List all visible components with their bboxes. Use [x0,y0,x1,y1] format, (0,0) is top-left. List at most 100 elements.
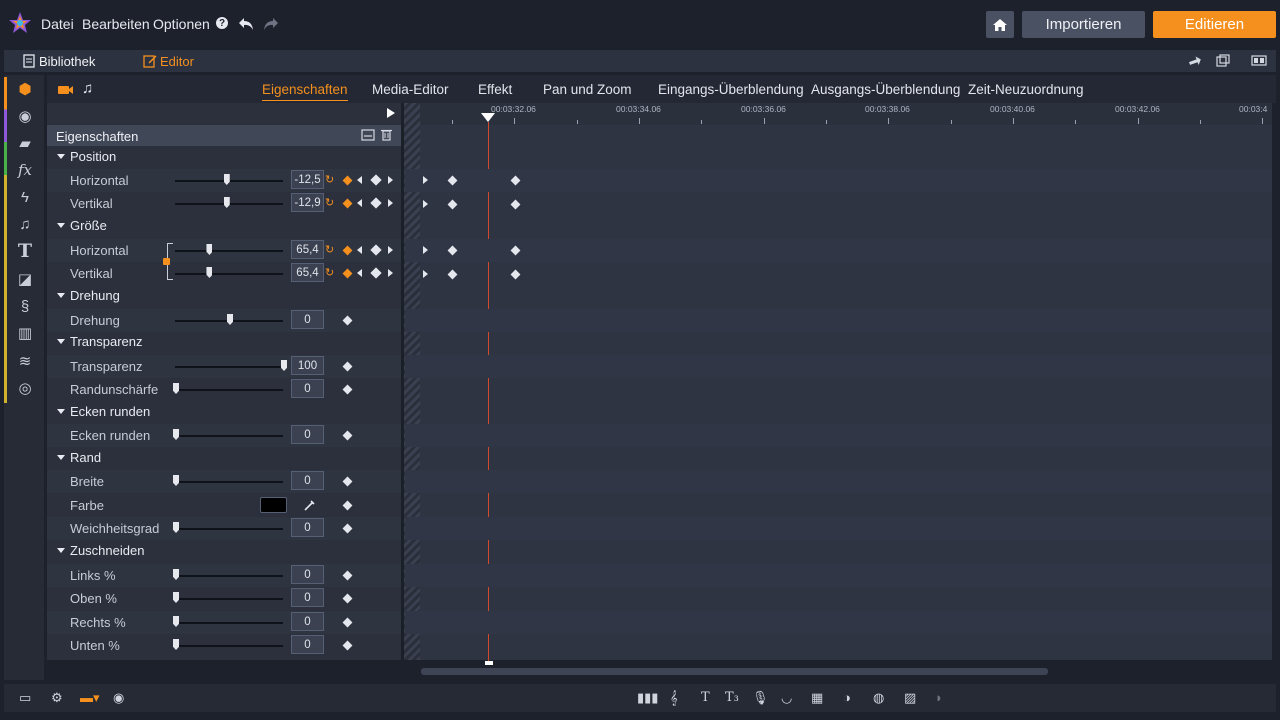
value-field[interactable]: 0 [291,588,324,607]
title-text-icon[interactable]: T [12,240,38,262]
menu-edit[interactable]: Bearbeiten [82,16,150,32]
value-field[interactable]: 65,4 [291,263,324,282]
group-size[interactable]: Größe [47,215,401,238]
playhead-handle[interactable] [481,113,495,122]
folder-icon[interactable]: ▰ [12,132,38,154]
value-field[interactable]: 65,4 [291,240,324,259]
add-keyframe-icon[interactable] [342,476,353,487]
waveform-icon[interactable]: ≋ [12,350,38,372]
collapse-icon[interactable] [361,129,375,141]
prev-keyframe-icon[interactable] [357,246,362,254]
group-transparency[interactable]: Transparenz [47,331,401,354]
slider-thumb[interactable] [173,429,179,440]
add-keyframe-icon[interactable] [342,500,353,511]
keyframe-toggle-icon[interactable] [342,245,353,256]
keyframe-toggle-icon[interactable] [342,268,353,279]
undo-icon[interactable] [238,17,254,31]
value-field[interactable]: 0 [291,379,324,398]
group-corners[interactable]: Ecken runden [47,401,401,424]
add-keyframe-icon[interactable] [370,267,382,279]
play-icon[interactable] [387,108,395,118]
add-keyframe-icon[interactable] [342,430,353,441]
slider-track[interactable] [175,481,283,483]
slider-track[interactable] [175,273,283,275]
add-keyframe-icon[interactable] [342,593,353,604]
next-keyframe-icon[interactable] [388,176,393,184]
group-rotation[interactable]: Drehung [47,285,401,308]
prev-keyframe-icon[interactable] [357,199,362,207]
help-icon[interactable]: ? [216,17,228,29]
add-keyframe-icon[interactable] [342,617,353,628]
slider-track[interactable] [175,598,283,600]
slider-track[interactable] [175,366,283,368]
group-position[interactable]: Position [47,146,401,169]
eyedropper-icon[interactable] [303,499,316,512]
slider-thumb[interactable] [173,592,179,603]
tab-time-remap[interactable]: Zeit-Neuzuordnung [968,82,1084,97]
keyframe-toggle-icon[interactable] [342,198,353,209]
disc-burn-icon[interactable]: ◉ [113,690,124,706]
slider-track[interactable] [175,575,283,577]
keyframe-start-marker[interactable] [423,200,428,208]
reset-icon[interactable]: ↻ [325,173,334,186]
tab-effect[interactable]: Effekt [478,82,512,97]
slider-thumb[interactable] [206,244,213,255]
menu-file[interactable]: Datei [41,16,74,32]
value-field[interactable]: -12,9 [291,193,324,212]
slider-track[interactable] [175,622,283,624]
window-icon[interactable] [1216,54,1230,67]
add-keyframe-icon[interactable] [370,244,382,256]
slider-thumb[interactable] [173,569,179,580]
slider-thumb[interactable] [281,360,287,371]
value-field[interactable]: 0 [291,425,324,444]
value-field[interactable]: 0 [291,471,324,490]
value-field[interactable]: 0 [291,310,324,329]
keyframe-start-marker[interactable] [423,246,428,254]
slider-thumb[interactable] [173,639,179,650]
keyframe-start-marker[interactable] [423,176,428,184]
slider-thumb[interactable] [206,267,213,278]
timeline-scrollbar[interactable] [421,668,1048,675]
3d-title-icon[interactable]: T₃ [725,690,739,705]
lightning-icon[interactable]: ϟ [12,186,38,208]
track-mode-icon[interactable]: ▬▾ [80,690,100,706]
value-field[interactable]: 0 [291,612,324,631]
trash-icon[interactable] [381,128,392,141]
slider-track[interactable] [175,389,283,391]
add-keyframe-icon[interactable] [342,315,353,326]
swap-icon[interactable] [1188,55,1202,67]
next-keyframe-icon[interactable] [388,269,393,277]
value-field[interactable]: 0 [291,518,324,537]
tab-library[interactable]: Bibliothek [39,54,95,69]
prev-keyframe-icon[interactable] [357,269,362,277]
add-keyframe-icon[interactable] [342,384,353,395]
reset-icon[interactable]: ↻ [325,243,334,256]
add-keyframe-icon[interactable] [370,174,382,186]
next-keyframe-icon[interactable] [388,199,393,207]
title-icon[interactable]: T [701,690,710,705]
slider-thumb[interactable] [173,383,179,394]
audio-mixer-icon[interactable]: ▮▮▮ [637,690,658,706]
next-keyframe-icon[interactable] [388,246,393,254]
photo-icon[interactable]: ▨ [904,690,916,706]
home-button[interactable] [986,11,1014,38]
value-field[interactable]: 0 [291,635,324,654]
edit-button[interactable]: Editieren [1153,11,1276,38]
add-keyframe-icon[interactable] [370,197,382,209]
overlay-icon[interactable]: ◪ [12,268,38,290]
menu-options[interactable]: Optionen [153,16,210,32]
playhead-bottom-marker[interactable] [485,661,493,665]
settings-gear-icon[interactable]: ⚙ [51,690,63,706]
tab-pan-zoom[interactable]: Pan und Zoom [543,82,632,97]
tab-media-editor[interactable]: Media-Editor [372,82,449,97]
slider-thumb[interactable] [223,174,230,185]
film-reel-icon[interactable]: ◉ [12,105,38,127]
keyframe-toggle-icon[interactable] [342,175,353,186]
reset-icon[interactable]: ↻ [325,266,334,279]
color-swatch[interactable] [260,497,287,513]
slider-thumb[interactable] [223,197,230,208]
video-box-icon[interactable]: ⬢ [12,78,38,100]
value-field[interactable]: -12,5 [291,170,324,189]
lock-icon[interactable] [163,258,170,265]
slider-track[interactable] [175,528,283,530]
